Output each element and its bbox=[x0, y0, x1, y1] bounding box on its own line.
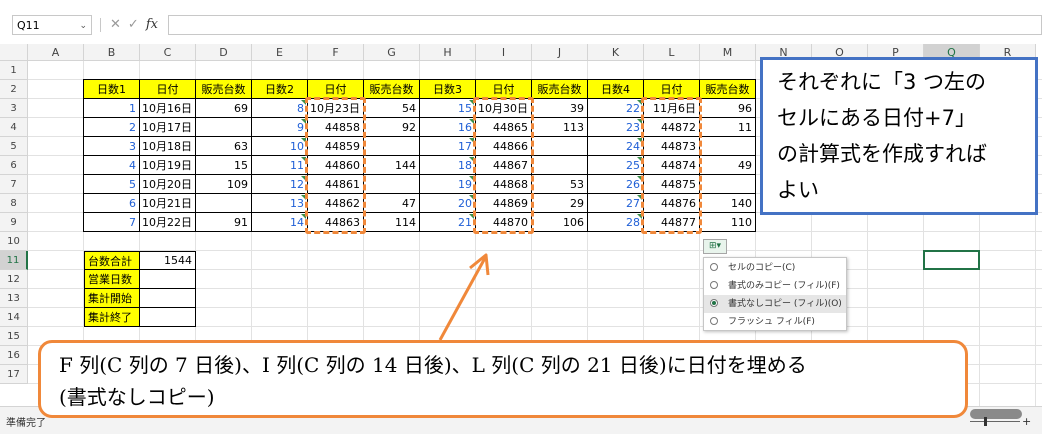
callout-arrow bbox=[438, 253, 490, 341]
